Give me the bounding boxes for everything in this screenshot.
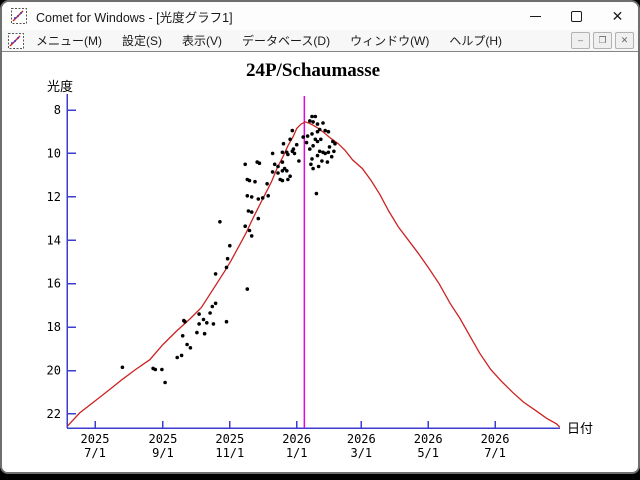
menu-item-database[interactable]: データベース(D) xyxy=(232,30,340,51)
light-curve-chart: 24P/Schaumasse81012141618202220257/12025… xyxy=(2,52,638,472)
svg-text:22: 22 xyxy=(47,407,61,421)
svg-text:8: 8 xyxy=(54,103,61,117)
svg-text:9/1: 9/1 xyxy=(152,446,174,460)
y-axis-label: 光度 xyxy=(47,79,73,94)
menu-item-help[interactable]: ヘルプ(H) xyxy=(439,30,512,51)
app-window: Comet for Windows - [光度グラフ1] ✕ メニュー(M) 設… xyxy=(0,0,640,474)
svg-text:3/1: 3/1 xyxy=(350,446,372,460)
svg-text:7/1: 7/1 xyxy=(484,446,506,460)
menu-item-menu[interactable]: メニュー(M) xyxy=(26,30,112,51)
menu-item-settings[interactable]: 設定(S) xyxy=(112,30,172,51)
app-icon xyxy=(11,8,27,24)
title-bar[interactable]: Comet for Windows - [光度グラフ1] ✕ xyxy=(2,2,638,30)
mdi-restore-button[interactable]: ❐ xyxy=(593,32,612,49)
minimize-icon xyxy=(530,16,541,17)
svg-text:12: 12 xyxy=(47,190,61,204)
svg-text:14: 14 xyxy=(47,233,61,247)
x-axis-ticks: 20257/120259/1202511/120261/120263/12026… xyxy=(81,421,510,460)
svg-text:2026: 2026 xyxy=(414,432,443,446)
svg-text:5/1: 5/1 xyxy=(417,446,439,460)
svg-text:10: 10 xyxy=(47,146,61,160)
svg-text:20: 20 xyxy=(47,364,61,378)
svg-text:2025: 2025 xyxy=(148,432,177,446)
y-axis-ticks: 8 10 12 14 16 18 20 22 xyxy=(47,103,76,421)
chart-title: 24P/Schaumasse xyxy=(246,60,380,81)
mdi-close-button[interactable]: ✕ xyxy=(615,32,634,49)
mdi-minimize-icon: – xyxy=(578,36,583,45)
svg-text:2026: 2026 xyxy=(481,432,510,446)
svg-text:2025: 2025 xyxy=(215,432,244,446)
menu-item-window[interactable]: ウィンドウ(W) xyxy=(340,30,439,51)
maximize-icon xyxy=(571,11,582,22)
svg-text:2026: 2026 xyxy=(282,432,311,446)
maximize-button[interactable] xyxy=(556,2,597,30)
mdi-restore-icon: ❐ xyxy=(598,36,606,45)
svg-text:2026: 2026 xyxy=(347,432,376,446)
document-icon xyxy=(8,33,24,49)
svg-text:1/1: 1/1 xyxy=(286,446,308,460)
window-title: Comet for Windows - [光度グラフ1] xyxy=(36,7,515,26)
close-icon: ✕ xyxy=(612,8,624,25)
mdi-minimize-button[interactable]: – xyxy=(571,32,590,49)
x-axis-label: 日付 xyxy=(567,421,593,436)
minimize-button[interactable] xyxy=(515,2,556,30)
menu-bar: メニュー(M) 設定(S) 表示(V) データベース(D) ウィンドウ(W) ヘ… xyxy=(2,30,638,52)
svg-text:18: 18 xyxy=(47,320,61,334)
svg-text:2025: 2025 xyxy=(81,432,110,446)
menu-item-view[interactable]: 表示(V) xyxy=(172,30,232,51)
svg-text:16: 16 xyxy=(47,277,61,291)
close-button[interactable]: ✕ xyxy=(597,2,638,30)
svg-text:11/1: 11/1 xyxy=(215,446,244,460)
svg-text:7/1: 7/1 xyxy=(84,446,106,460)
mdi-close-icon: ✕ xyxy=(621,36,629,45)
